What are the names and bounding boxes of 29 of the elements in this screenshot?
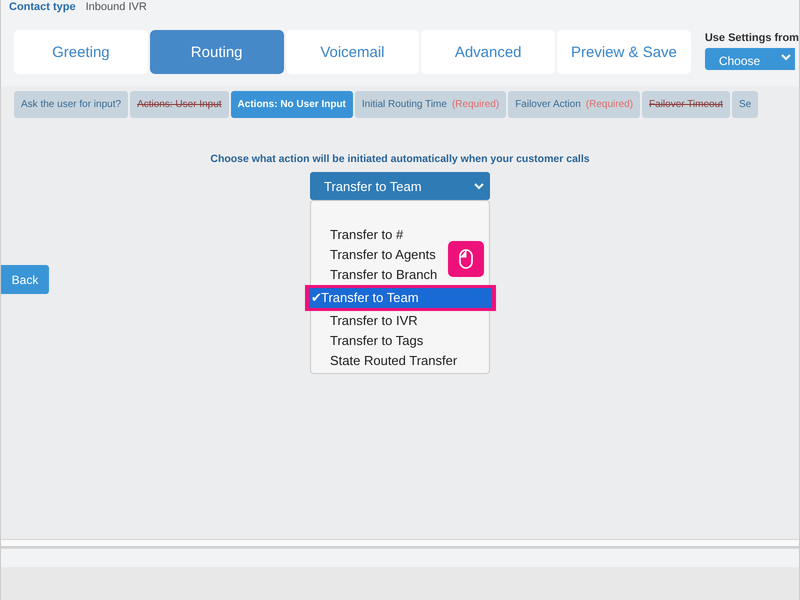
chevron-icon bbox=[474, 182, 484, 190]
contact-type-label: Contact type bbox=[9, 1, 76, 14]
chevron-icon bbox=[780, 54, 791, 61]
step-tab[interactable]: Failover Timeout bbox=[642, 91, 730, 118]
step-tab[interactable]: Initial Routing Time (Required) bbox=[354, 91, 506, 118]
action-select[interactable]: Transfer to Team bbox=[310, 172, 490, 200]
mouse-icon bbox=[459, 249, 473, 269]
settings-label: Use Settings from bbox=[704, 32, 799, 44]
back-button[interactable]: Back bbox=[1, 265, 49, 294]
choose-dropdown[interactable]: Choose bbox=[704, 48, 795, 70]
contact-type-value: Inbound IVR bbox=[86, 1, 147, 14]
dropdown-option[interactable]: Transfer to Branch bbox=[311, 265, 489, 285]
tab[interactable]: Voicemail bbox=[286, 30, 420, 74]
tab[interactable]: Routing bbox=[150, 30, 284, 74]
dropdown-option[interactable]: State Routed Transfer bbox=[311, 351, 489, 371]
dropdown-option[interactable]: Transfer to Agents bbox=[311, 245, 489, 265]
step-tab[interactable]: Ask the user for input? bbox=[14, 91, 128, 118]
step-tab[interactable]: Actions: User Input bbox=[130, 91, 229, 118]
step-tab[interactable]: Se bbox=[732, 91, 758, 118]
prompt-text: Choose what action will be initiated automatically when your customer calls bbox=[210, 153, 590, 165]
step-tab[interactable]: Failover Action (Required) bbox=[508, 91, 640, 118]
dropdown-option[interactable]: ✔Transfer to Team bbox=[309, 288, 492, 308]
dropdown-option[interactable]: Transfer to Tags bbox=[311, 331, 489, 351]
dropdown-option[interactable]: Transfer to # bbox=[311, 225, 489, 245]
tab[interactable]: Advanced bbox=[421, 30, 556, 74]
step-tab[interactable]: Actions: No User Input bbox=[230, 91, 353, 118]
tab[interactable]: Preview & Save bbox=[557, 30, 691, 74]
tab[interactable]: Greeting bbox=[14, 30, 148, 74]
dropdown-option[interactable]: Transfer to IVR bbox=[311, 311, 489, 331]
